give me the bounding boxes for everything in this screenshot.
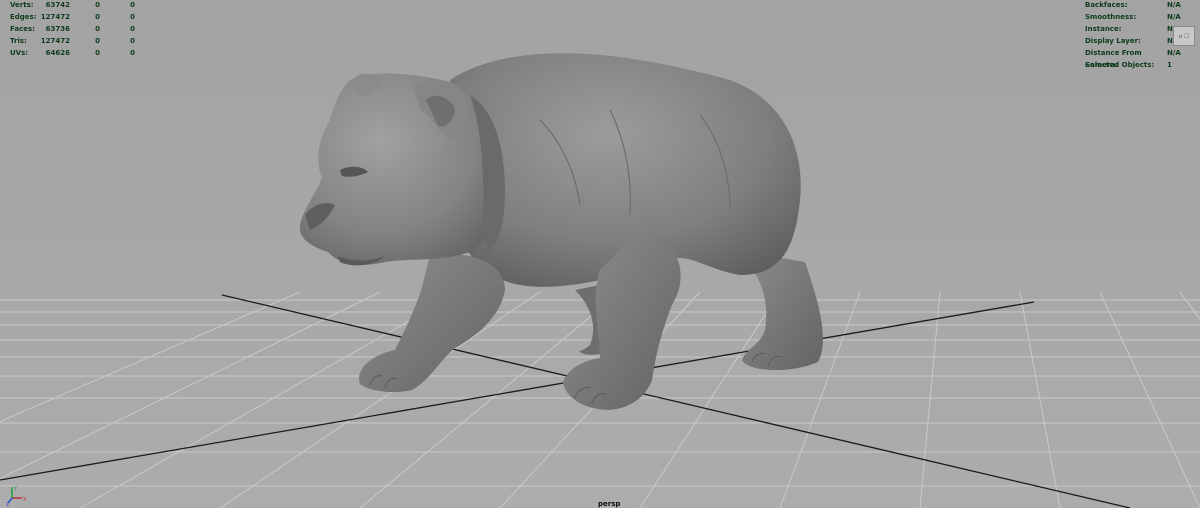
poly-count-hud: Verts: 63742 0 0 Edges: 127472 0 0 Faces… [10, 0, 135, 59]
stat-value-component: 0 [130, 49, 135, 57]
axis-x-label: X [23, 497, 27, 503]
stat-value-selected: 0 [95, 13, 100, 21]
info-value: N/A [1167, 13, 1181, 21]
info-row-backfaces: Backfaces: N/A [1085, 0, 1197, 11]
info-label: Smoothness: [1085, 13, 1137, 21]
axis-gizmo-icon: X Y Z [6, 486, 27, 506]
stat-value-selected: 0 [95, 1, 100, 9]
stat-row-verts: Verts: 63742 0 0 [10, 0, 135, 11]
stat-value-selected: 0 [95, 37, 100, 45]
stat-label: UVs: [10, 49, 29, 57]
stat-value-component: 0 [130, 1, 135, 9]
stat-row-faces: Faces: 63736 0 0 [10, 23, 135, 35]
stat-value: 127472 [40, 13, 70, 21]
axis-z-label: Z [6, 502, 10, 506]
bear-model[interactable] [299, 53, 823, 410]
stat-label: Faces: [10, 25, 35, 33]
info-label: Instance: [1085, 25, 1122, 33]
stat-value-selected: 0 [95, 49, 100, 57]
info-label: Backfaces: [1085, 1, 1128, 9]
view-cube-widget[interactable]: ¤ ☐ [1173, 26, 1195, 46]
info-row-selected-objects: Selected Objects: 1 [1085, 59, 1197, 71]
stat-value-selected: 0 [95, 25, 100, 33]
stat-value-component: 0 [130, 13, 135, 21]
perspective-scene[interactable] [0, 0, 1200, 508]
stat-value: 63736 [45, 25, 70, 33]
stat-value: 64626 [45, 49, 70, 57]
stat-value: 63742 [45, 1, 70, 9]
stat-value-component: 0 [130, 37, 135, 45]
stat-value: 127472 [40, 37, 70, 45]
world-axis-lines [0, 294, 1131, 508]
camera-name-label: persp [598, 500, 621, 508]
axis-y-label: Y [13, 486, 18, 492]
3d-viewport[interactable]: Verts: 63742 0 0 Edges: 127472 0 0 Faces… [0, 0, 1200, 508]
stat-label: Verts: [10, 1, 34, 9]
stat-value-component: 0 [130, 25, 135, 33]
stat-row-uvs: UVs: 64626 0 0 [10, 47, 135, 59]
stat-label: Tris: [10, 37, 27, 45]
info-label: Display Layer: [1085, 37, 1141, 45]
stat-row-edges: Edges: 127472 0 0 [10, 11, 135, 23]
info-value: N/A [1167, 49, 1181, 57]
info-label: Selected Objects: [1085, 61, 1155, 69]
stat-label: Edges: [10, 13, 37, 21]
info-value: N/A [1167, 1, 1181, 9]
info-row-smoothness: Smoothness: N/A [1085, 11, 1197, 23]
info-row-distance: Distance From Camera: N/A [1085, 47, 1197, 69]
stat-row-tris: Tris: 127472 0 0 [10, 35, 135, 47]
info-label: Distance From Camera: [1085, 49, 1142, 69]
info-value: 1 [1167, 61, 1172, 69]
